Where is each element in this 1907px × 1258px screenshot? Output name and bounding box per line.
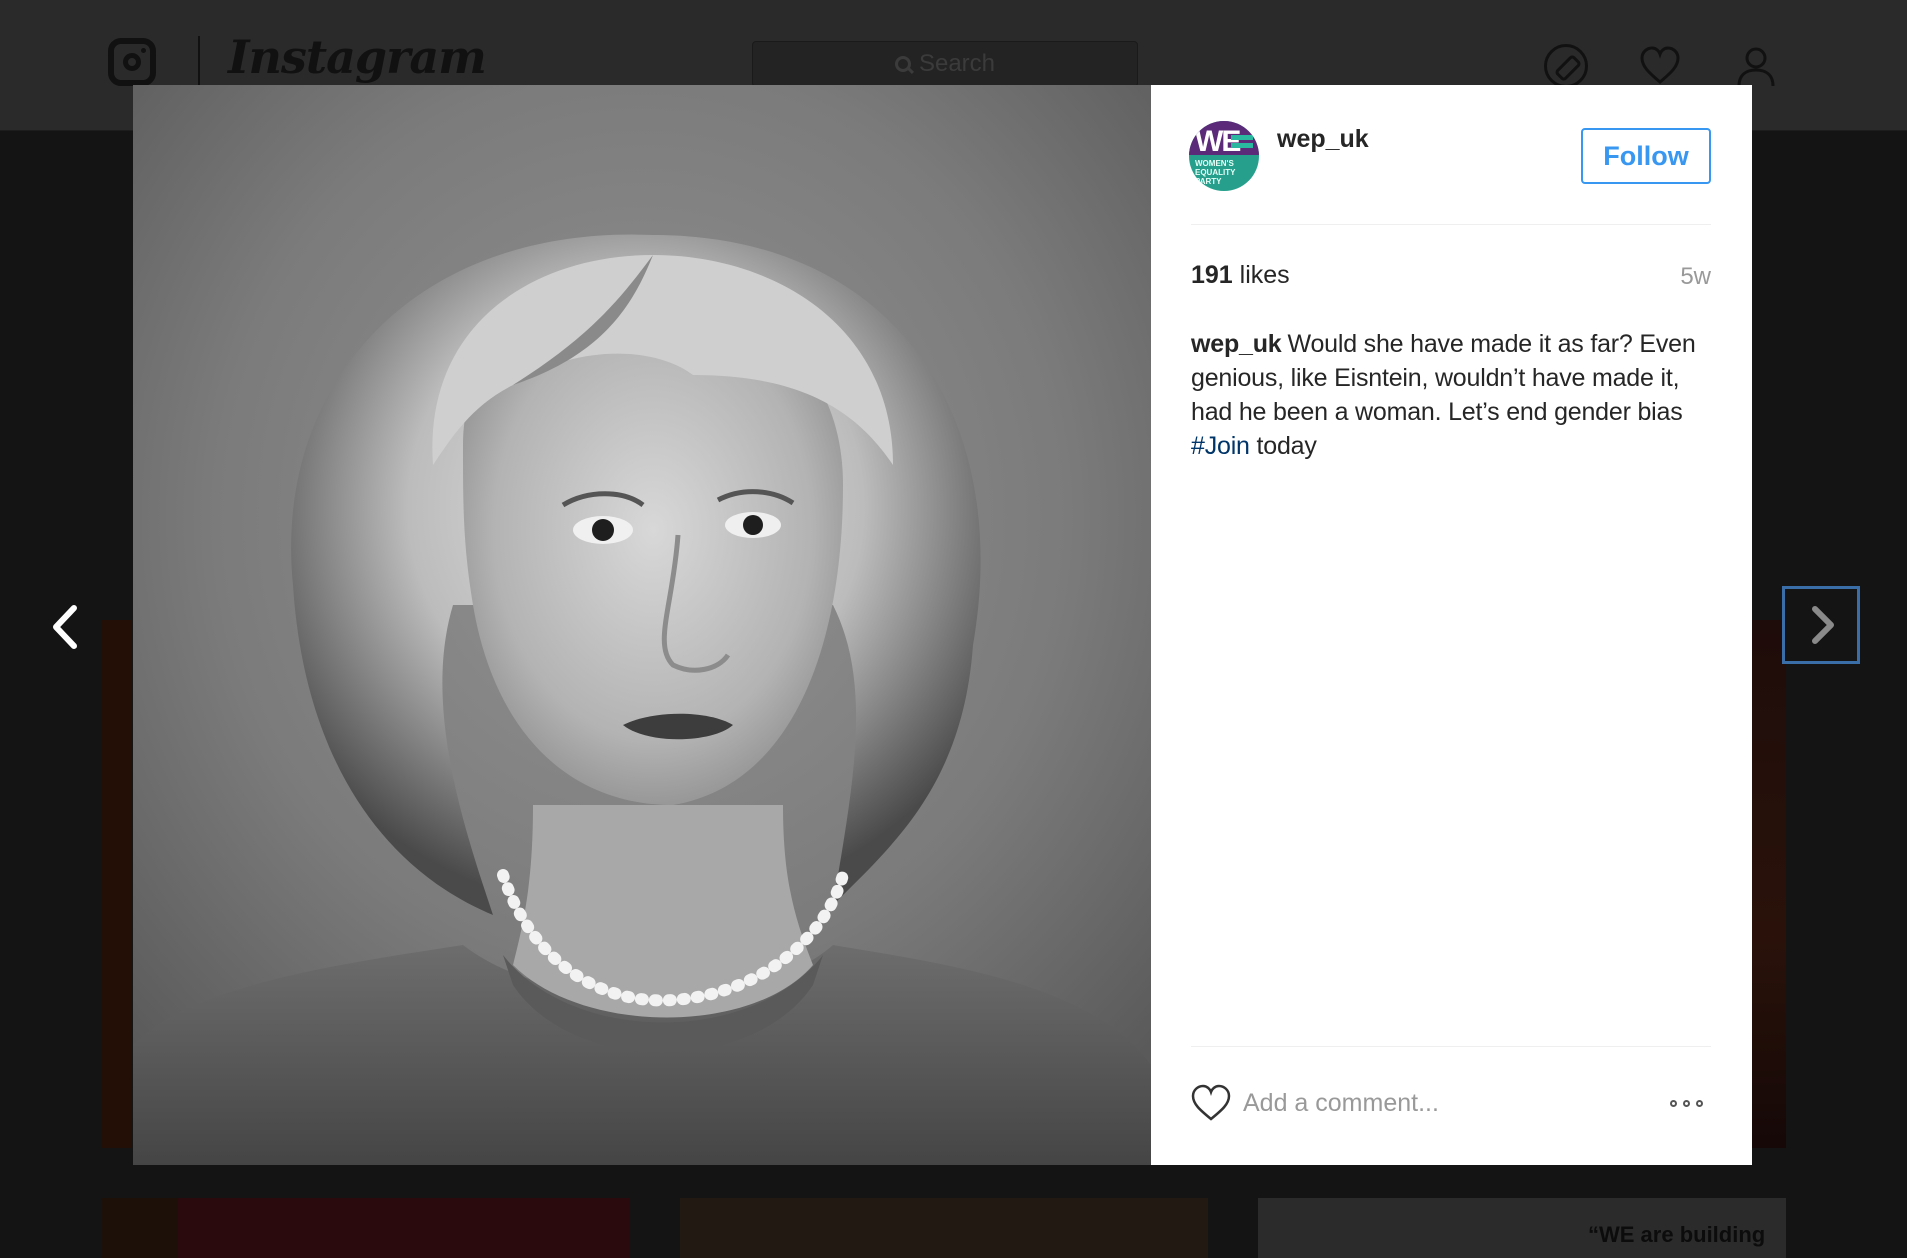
portrait-photo <box>133 85 1151 1165</box>
avatar-label-line: PARTY <box>1195 177 1222 186</box>
background-post-tile <box>102 1198 630 1258</box>
post-modal: WE WOMEN'S EQUALITY PARTY wep_uk Follow … <box>133 85 1752 1165</box>
previous-post-arrow-icon[interactable] <box>46 602 86 652</box>
caption-tail-text: today <box>1249 432 1317 460</box>
activity-heart-icon[interactable] <box>1638 44 1682 88</box>
author-avatar[interactable]: WE WOMEN'S EQUALITY PARTY <box>1189 121 1259 191</box>
likes-number: 191 <box>1191 261 1233 289</box>
dot <box>1670 1099 1677 1107</box>
post-photo[interactable] <box>133 85 1151 1165</box>
dot <box>1683 1099 1690 1107</box>
explore-compass-icon[interactable] <box>1544 44 1588 88</box>
search-icon <box>894 56 911 72</box>
caption-hashtag-link[interactable]: #Join <box>1191 432 1250 460</box>
profile-person-icon[interactable] <box>1734 44 1778 88</box>
background-tile-caption: “WE are building <box>1588 1222 1766 1247</box>
background-post-tile <box>680 1198 1208 1258</box>
dot <box>1696 1099 1703 1107</box>
like-heart-icon[interactable] <box>1189 1083 1233 1123</box>
header-divider <box>1191 224 1711 225</box>
avatar-bars <box>1231 135 1253 140</box>
background-post-tile <box>102 620 132 1148</box>
instagram-wordmark[interactable]: Instagram <box>228 30 487 84</box>
background-post-tile <box>1752 620 1786 1148</box>
likes-count[interactable]: 191 likes <box>1191 261 1290 290</box>
comment-divider <box>1191 1046 1711 1047</box>
add-comment-input[interactable] <box>1243 1081 1623 1125</box>
avatar-label-line: WOMEN'S <box>1195 159 1234 168</box>
follow-button[interactable]: Follow <box>1581 128 1711 184</box>
search-input[interactable]: Search <box>752 41 1138 87</box>
logo-divider <box>198 36 200 88</box>
search-placeholder: Search <box>918 50 996 77</box>
caption-username[interactable]: wep_uk <box>1191 330 1282 358</box>
more-options-icon[interactable] <box>1670 1093 1714 1113</box>
post-caption: wep_uk Would she have made it as far? Eve… <box>1191 327 1711 463</box>
likes-label: likes <box>1239 261 1290 289</box>
background-post-tile: “WE are building <box>1258 1198 1786 1258</box>
avatar-label-line: EQUALITY <box>1195 168 1236 177</box>
next-post-button[interactable] <box>1782 586 1860 664</box>
post-time-ago[interactable]: 5w <box>1680 263 1711 291</box>
avatar-label: WOMEN'S EQUALITY PARTY <box>1195 159 1235 186</box>
author-username[interactable]: wep_uk <box>1277 125 1369 154</box>
post-details-panel: WE WOMEN'S EQUALITY PARTY wep_uk Follow … <box>1151 85 1752 1165</box>
next-post-arrow-icon <box>1812 606 1834 644</box>
avatar-monogram: WE <box>1195 125 1241 158</box>
instagram-camera-icon[interactable] <box>108 38 156 86</box>
